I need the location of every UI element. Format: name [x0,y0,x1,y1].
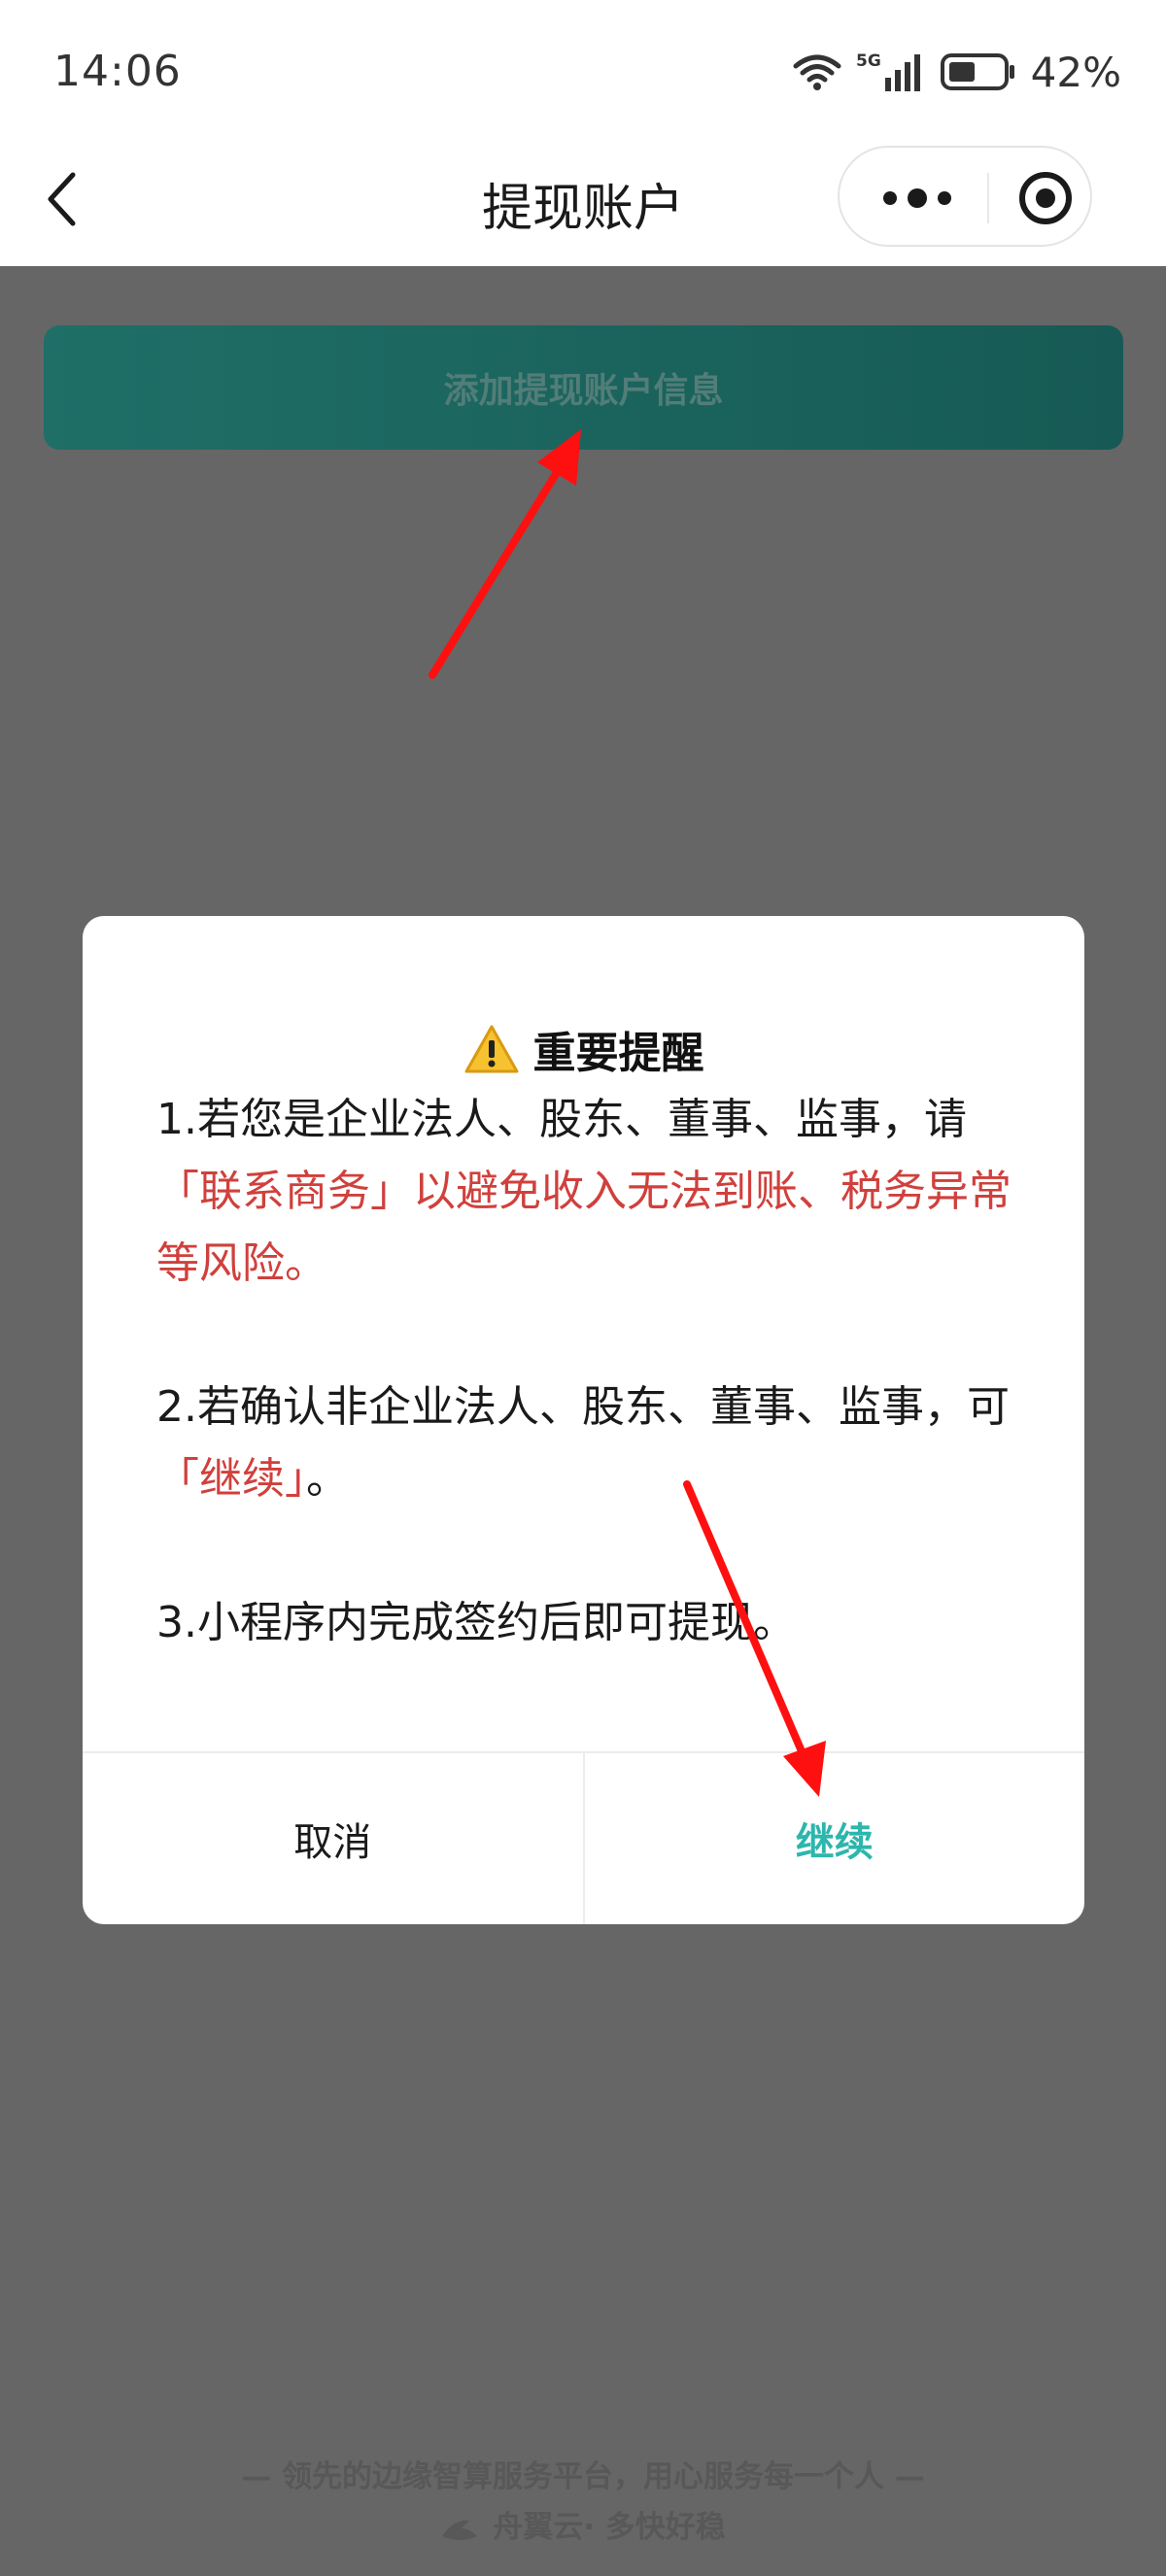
footer-brand-text: 舟翼云· 多快好稳 [493,2510,726,2545]
dialog-title: 重要提醒 [83,1018,1084,1080]
notice-item-2: 2.若确认非企业法人、股东、董事、监事，可「继续」。 [156,1372,1031,1515]
status-time: 14:06 [53,47,182,96]
footer-slogan: — 领先的边缘智算服务平台，用心服务每一个人 — [241,2459,925,2494]
notice-item-1: 1.若您是企业法人、股东、董事、监事，请「联系商务」以避免收入无法到账、税务异常… [156,1084,1031,1300]
mini-program-close-icon[interactable] [1016,169,1075,227]
capsule-divider [987,173,989,223]
notice-item-2-text: 2.若确认非企业法人、股东、董事、监事，可 [156,1382,1010,1432]
dialog-footer: 取消 继续 [83,1751,1084,1924]
signal-5g-icon: 5G [856,51,920,91]
contact-business-link[interactable]: 「联系商务」以避免收入无法到账、税务异常等风险。 [156,1167,1012,1288]
cancel-button[interactable]: 取消 [83,1753,585,1924]
battery-icon [940,53,1014,90]
battery-percent: 42% [1030,48,1121,96]
footer-brand: 舟翼云· 多快好稳 [0,2502,1166,2546]
notice-item-3: 3.小程序内完成签约后即可提现。 [156,1598,796,1647]
status-icons: 5G 42% [792,45,1121,99]
more-icon[interactable] [878,175,956,221]
continue-highlight: 「继续」 [156,1454,306,1504]
notice-item-2-end: 。 [306,1454,349,1504]
nav-bar: 提现账户 [0,146,1166,266]
warning-icon [464,1025,518,1073]
wifi-icon [793,54,841,90]
continue-button[interactable]: 继续 [585,1753,1085,1924]
add-withdraw-account-button[interactable]: 添加提现账户信息 [44,325,1123,450]
status-bar: 14:06 5G 42% [0,0,1166,146]
arrow-to-add-button [429,429,581,679]
brand-logo-icon [442,2520,478,2540]
network-label: 5G [856,51,881,71]
dialog-body: 1.若您是企业法人、股东、董事、监事，请「联系商务」以避免收入无法到账、税务异常… [156,1084,1031,1659]
important-reminder-dialog: 重要提醒 1.若您是企业法人、股东、董事、监事，请「联系商务」以避免收入无法到账… [83,916,1084,1924]
mini-program-capsule [838,146,1092,247]
dialog-title-text: 重要提醒 [532,1029,704,1078]
notice-item-1-text: 1.若您是企业法人、股东、董事、监事，请 [156,1095,967,1144]
